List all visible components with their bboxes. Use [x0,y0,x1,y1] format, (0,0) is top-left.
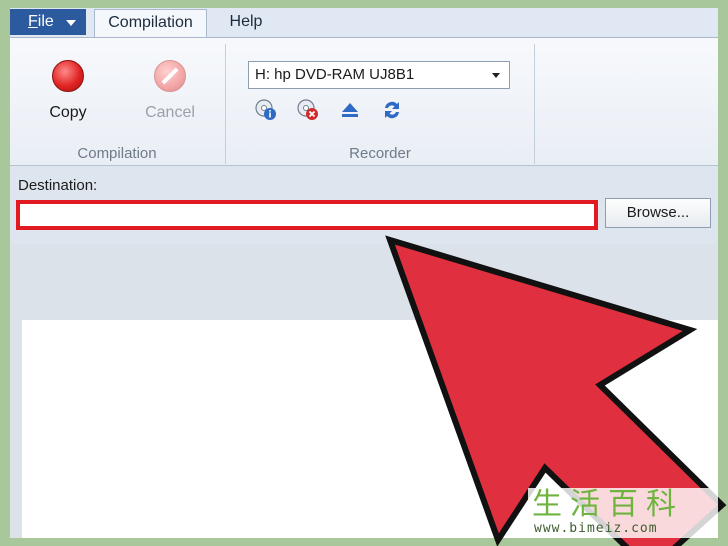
group-divider [534,44,535,164]
drive-select-value: H: hp DVD-RAM UJ8B1 [255,66,415,83]
app-window: File Compilation Help Copy Cancel Compil… [10,8,718,538]
file-menu-mnemonic: F [28,13,38,30]
recorder-group-label: Recorder [349,145,411,162]
watermark: 生活百科 www.bimeiz.com [528,488,718,538]
drive-select[interactable]: H: hp DVD-RAM UJ8B1 [248,61,510,89]
file-menu-button[interactable]: File [10,9,86,35]
browse-button[interactable]: Browse... [605,198,711,228]
cancel-button[interactable]: Cancel [135,60,205,122]
group-divider [225,44,226,164]
cancel-label: Cancel [145,104,195,121]
tab-help[interactable]: Help [216,9,276,38]
ribbon: Copy Cancel Compilation H: hp DVD-RAM UJ… [10,37,718,166]
file-menu-label: ile [37,13,54,30]
compilation-group-label: Compilation [77,145,157,162]
tab-compilation[interactable]: Compilation [94,9,207,38]
watermark-url: www.bimeiz.com [534,521,658,536]
chevron-down-icon [492,73,500,78]
cancel-icon [154,60,186,92]
chevron-down-icon [66,20,76,26]
destination-input[interactable] [16,200,598,230]
menubar: File Compilation Help [10,8,718,38]
destination-label: Destination: [18,177,98,194]
watermark-title: 生活百科 [532,487,684,522]
copy-button[interactable]: Copy [33,60,103,122]
copy-label: Copy [49,104,87,121]
eject-icon[interactable] [338,98,362,122]
disc-erase-icon[interactable] [296,98,320,122]
record-icon [52,60,84,92]
refresh-icon[interactable] [380,98,404,122]
disc-info-icon[interactable] [254,98,278,122]
